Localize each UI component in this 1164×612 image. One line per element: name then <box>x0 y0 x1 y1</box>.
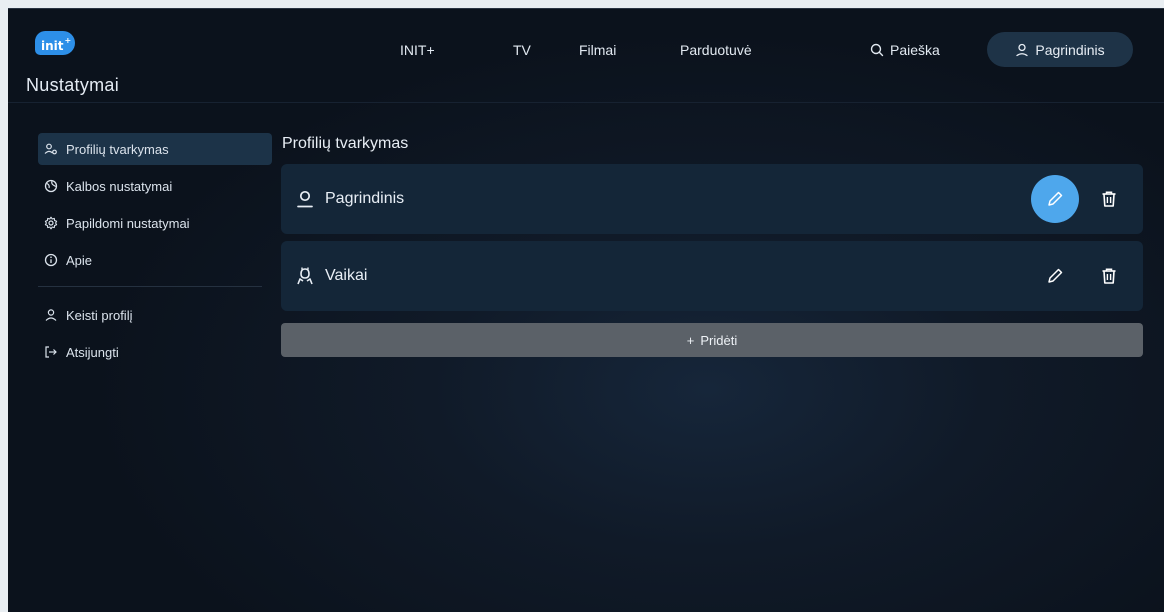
profile-row-kids[interactable]: Vaikai <box>281 241 1143 311</box>
info-icon <box>44 253 58 267</box>
settings-sidebar: Profilių tvarkymas Kalbos nustatymai Pap… <box>38 133 272 373</box>
sidebar-item-profiles[interactable]: Profilių tvarkymas <box>38 133 272 165</box>
current-profile-button[interactable]: Pagrindinis <box>987 32 1133 67</box>
gear-icon <box>44 216 58 230</box>
add-profile-label: Pridėti <box>700 332 738 348</box>
search-icon <box>870 43 884 57</box>
sidebar-item-label: Keisti profilį <box>66 307 133 323</box>
search-label: Paieška <box>890 42 940 58</box>
app-window: init+ Nustatymai INIT+ TV Filmai Parduot… <box>8 8 1164 612</box>
delete-profile-button[interactable] <box>1095 185 1123 213</box>
edit-profile-button[interactable] <box>1031 252 1079 300</box>
sidebar-item-label: Apie <box>66 252 93 268</box>
top-header: init+ Nustatymai INIT+ TV Filmai Parduot… <box>8 9 1164 103</box>
section-title: Profilių tvarkymas <box>282 135 409 152</box>
language-icon <box>44 179 58 193</box>
kid-user-icon <box>295 266 315 286</box>
sidebar-item-label: Atsijungti <box>66 344 119 360</box>
delete-profile-button[interactable] <box>1095 262 1123 290</box>
logo-plus: + <box>64 36 72 45</box>
trash-icon <box>1102 268 1116 284</box>
sidebar-item-label: Papildomi nustatymai <box>66 215 190 231</box>
nav-init-plus[interactable]: INIT+ <box>400 42 435 58</box>
profiles-icon <box>44 143 57 155</box>
page-title: Nustatymai <box>26 75 120 95</box>
logo-text: init <box>41 39 64 53</box>
sidebar-item-switch-profile[interactable]: Keisti profilį <box>38 299 272 331</box>
sidebar-item-logout[interactable]: Atsijungti <box>38 336 272 368</box>
sidebar-item-additional-settings[interactable]: Papildomi nustatymai <box>38 207 272 239</box>
nav-filmai[interactable]: Filmai <box>579 42 616 58</box>
profile-row-main[interactable]: Pagrindinis <box>281 164 1143 234</box>
nav-parduotuve[interactable]: Parduotuvė <box>680 42 752 58</box>
search-button[interactable]: Paieška <box>870 42 940 58</box>
pencil-icon <box>1048 268 1063 283</box>
plus-icon: + <box>686 332 695 348</box>
trash-icon <box>1102 191 1116 207</box>
current-profile-label: Pagrindinis <box>1035 41 1105 58</box>
user-icon <box>45 309 57 321</box>
edit-profile-button[interactable] <box>1031 175 1079 223</box>
pencil-icon <box>1048 191 1063 206</box>
init-logo[interactable]: init+ <box>35 31 75 55</box>
sidebar-item-about[interactable]: Apie <box>38 244 272 276</box>
nav-tv[interactable]: TV <box>513 42 531 58</box>
user-icon <box>1016 43 1029 56</box>
sidebar-divider <box>38 286 262 287</box>
profile-name: Pagrindinis <box>325 190 405 207</box>
logout-icon <box>45 346 57 358</box>
profile-name: Vaikai <box>325 267 368 284</box>
add-profile-button[interactable]: + Pridėti <box>281 323 1143 357</box>
sidebar-item-language[interactable]: Kalbos nustatymai <box>38 170 272 202</box>
user-icon <box>295 189 315 209</box>
sidebar-item-label: Profilių tvarkymas <box>66 141 169 157</box>
sidebar-item-label: Kalbos nustatymai <box>66 178 173 194</box>
